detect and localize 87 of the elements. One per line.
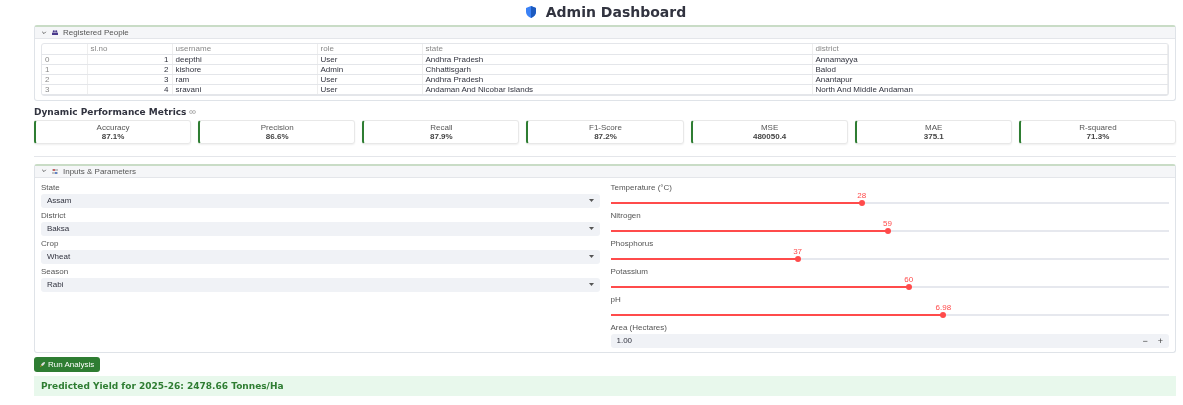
metric-value: 87.1% — [101, 131, 125, 141]
decrement-button[interactable]: − — [1142, 335, 1148, 346]
caret-icon — [588, 283, 594, 286]
expander-label: Registered People — [63, 28, 129, 37]
shield-icon — [523, 5, 538, 19]
table-cell: 4 — [87, 84, 172, 94]
metric-label: MSE — [760, 122, 779, 132]
metric-label: MAE — [925, 122, 943, 132]
table-cell: deepthi — [172, 54, 317, 64]
table-cell: North And Middle Andaman — [812, 84, 1168, 94]
column-header: sl.no — [87, 44, 172, 54]
table-cell: 2 — [87, 64, 172, 74]
row-index: 0 — [42, 54, 87, 64]
rocket-icon — [40, 361, 45, 367]
slider-thumb[interactable] — [858, 199, 865, 206]
field-label: Crop — [41, 238, 60, 248]
number-field[interactable]: 1.00 − + — [610, 333, 1169, 348]
slider-label: pH — [610, 294, 622, 304]
table-cell: Chhattisgarh — [422, 64, 812, 74]
field-label: District — [41, 210, 67, 220]
metric-label: R-squared — [1079, 122, 1117, 132]
caret-icon — [588, 227, 594, 230]
table-cell: 1 — [87, 54, 172, 64]
row-index: 1 — [42, 64, 87, 74]
column-header: username — [172, 44, 317, 54]
field-label: Area (Hectares) — [610, 322, 668, 332]
column-header: district — [812, 44, 1168, 54]
table-cell: User — [317, 84, 422, 94]
select-field[interactable]: Rabi — [41, 277, 600, 292]
slider-value: 37 — [793, 247, 803, 256]
slider-label: Phosphorus — [610, 238, 655, 248]
metric-value: 375.1 — [923, 131, 944, 141]
slider-label: Potassium — [610, 266, 649, 276]
table-cell: 3 — [87, 74, 172, 84]
run-button[interactable]: Run Analysis — [34, 356, 101, 372]
table-cell: Andhra Pradesh — [422, 74, 812, 84]
table-cell: User — [317, 74, 422, 84]
slider-thumb[interactable] — [940, 311, 947, 318]
field-label: Season — [41, 266, 70, 276]
slider-thumb[interactable] — [905, 283, 912, 290]
table-cell: ram — [172, 74, 317, 84]
table-cell: kishore — [172, 64, 317, 74]
result-banner: Predicted Yield for 2025-26: 2478.66 Tonnes/Ha — [34, 375, 1176, 396]
expander-header[interactable]: Inputs & Parameters — [35, 165, 1175, 178]
table-cell: User — [317, 54, 422, 64]
row-index: 2 — [42, 74, 87, 84]
metric-value: 86.6% — [265, 131, 289, 141]
metric-label: Precision — [260, 122, 294, 132]
metric-value: 87.9% — [430, 131, 453, 141]
caret-icon — [588, 255, 594, 258]
metric-value: 87.2% — [594, 131, 617, 141]
slider-value: 6.98 — [935, 303, 952, 312]
section-heading: Dynamic Performance Metrics — [34, 106, 187, 117]
metric-value: 480050.4 — [752, 131, 787, 141]
slider-label: Temperature (°C) — [610, 182, 673, 192]
table-cell: Andhra Pradesh — [422, 54, 812, 64]
page-title: Admin Dashboard — [545, 4, 687, 20]
slider-value: 60 — [904, 275, 914, 284]
table-cell: Anantapur — [812, 74, 1168, 84]
increment-button[interactable]: + — [1157, 335, 1163, 346]
link-icon[interactable] — [189, 109, 197, 114]
table-cell: Balod — [812, 64, 1168, 74]
select-field[interactable]: Assam — [41, 193, 600, 208]
table-cell: Annamayya — [812, 54, 1168, 64]
row-index: 3 — [42, 84, 87, 94]
expander-header[interactable]: Registered People — [35, 27, 1175, 39]
table-cell: Admin — [317, 64, 422, 74]
table-cell: Andaman And Nicobar Islands — [422, 84, 812, 94]
metric-label: Accuracy — [96, 122, 130, 132]
slider-value: 28 — [857, 191, 867, 200]
slider-thumb[interactable] — [884, 227, 891, 234]
field-label: State — [41, 182, 61, 192]
select-field[interactable]: Wheat — [41, 249, 600, 264]
slider-thumb[interactable] — [794, 255, 801, 262]
column-header: state — [422, 44, 812, 54]
select-field[interactable]: Baksa — [41, 221, 600, 236]
metric-value: 71.3% — [1086, 131, 1110, 141]
expander-label: Inputs & Parameters — [63, 166, 136, 176]
metric-label: Recall — [430, 122, 453, 132]
caret-icon — [588, 199, 594, 202]
sliders-icon — [52, 168, 58, 174]
slider-label: Nitrogen — [610, 210, 642, 220]
metric-label: F1-Score — [589, 122, 622, 132]
column-header: role — [317, 44, 422, 54]
slider-value: 59 — [883, 219, 892, 228]
people-icon — [52, 30, 58, 35]
table-cell: sravani — [172, 84, 317, 94]
